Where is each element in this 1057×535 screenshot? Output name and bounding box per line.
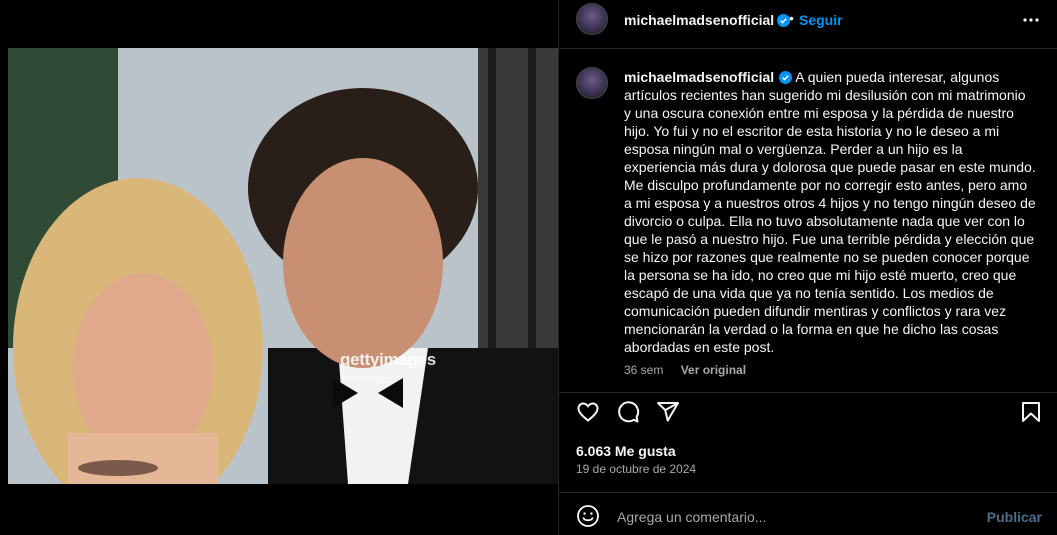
more-options-icon[interactable] <box>1019 8 1043 32</box>
caption-author-avatar[interactable] <box>576 67 608 99</box>
post-header-author: michaelmadsenofficial <box>624 12 791 30</box>
actions-divider <box>559 392 1057 393</box>
emoji-icon[interactable] <box>576 504 600 528</box>
post-age[interactable]: 36 sem <box>624 363 663 377</box>
author-username[interactable]: michaelmadsenofficial <box>624 12 774 28</box>
share-icon[interactable] <box>656 400 680 424</box>
verified-badge-icon <box>779 71 793 84</box>
header-divider <box>559 48 1057 49</box>
bookmark-icon[interactable] <box>1019 400 1043 424</box>
post-sidebar: michaelmadsenofficial • Seguir michaelma… <box>558 0 1057 535</box>
separator-dot: • <box>789 10 794 26</box>
post-date: 19 de octubre de 2024 <box>576 462 697 476</box>
likes-count[interactable]: 6.063 Me gusta <box>576 443 676 459</box>
post-media-pane: gettyimages WireImage <box>0 0 558 535</box>
comment-icon[interactable] <box>616 400 640 424</box>
getty-watermark: gettyimages <box>340 350 436 369</box>
caption-author-username[interactable]: michaelmadsenofficial <box>624 69 774 85</box>
heart-icon[interactable] <box>576 400 600 424</box>
comment-input[interactable] <box>615 505 979 529</box>
comment-divider <box>559 492 1057 493</box>
caption-meta: 36 sem Ver original <box>624 363 760 377</box>
follow-button[interactable]: Seguir <box>799 12 843 28</box>
photo-illustration <box>8 48 558 484</box>
getty-watermark-sub: WireImage <box>342 374 391 385</box>
author-avatar[interactable] <box>576 3 608 35</box>
publish-button[interactable]: Publicar <box>987 509 1042 525</box>
post-photo[interactable]: gettyimages WireImage <box>8 48 558 484</box>
see-original-link[interactable]: Ver original <box>681 363 746 377</box>
post-caption: michaelmadsenofficial A quien pueda inte… <box>624 68 1036 356</box>
caption-text: A quien pueda interesar, algunos artícul… <box>624 69 1036 355</box>
